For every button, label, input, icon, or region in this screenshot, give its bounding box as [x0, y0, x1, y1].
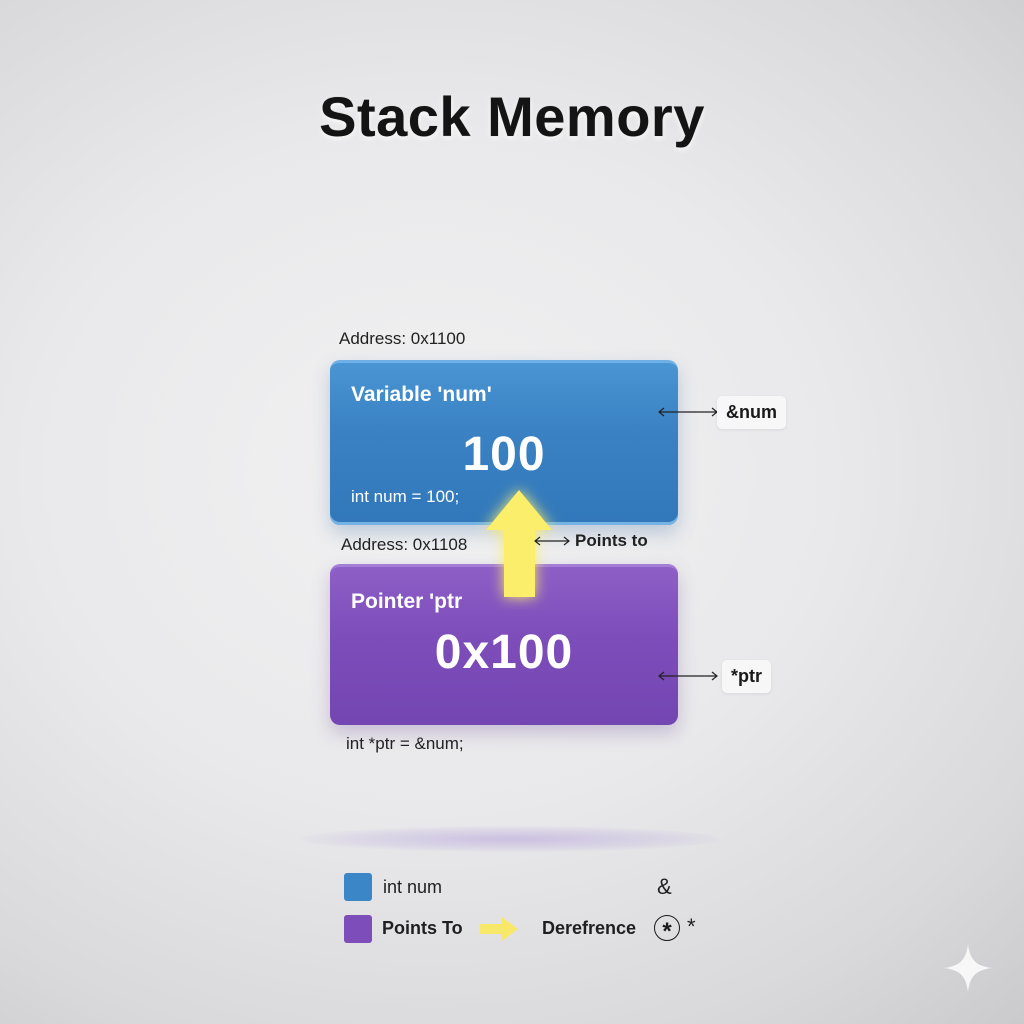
points-to-label: Points to: [575, 531, 648, 550]
legend-int-num-swatch: [344, 873, 372, 901]
legend-int-num-label: int num: [383, 877, 443, 897]
legend-points-to-label: Points To: [382, 918, 463, 938]
legend-dereference-label: Derefrence: [542, 918, 637, 938]
variable-value: 100: [462, 428, 546, 481]
pointer-value: 0x100: [434, 626, 574, 679]
variable-address: Address: 0x1100: [339, 329, 466, 348]
deref-tag: *ptr: [722, 660, 771, 693]
ref-tag: &num: [717, 396, 786, 429]
pointer-code: int *ptr = &num;: [346, 734, 464, 753]
legend-yellow-arrow-icon: [480, 917, 518, 941]
floor-shadow: [300, 826, 720, 852]
legend-ampersand: &: [657, 874, 672, 899]
page-title: Stack Memory: [319, 85, 705, 148]
pointer-address: Address: 0x1108: [341, 535, 468, 554]
points-to-double-arrow-icon: [534, 536, 570, 546]
variable-label: Variable 'num': [351, 383, 492, 406]
variable-code: int num = 100;: [351, 487, 460, 506]
legend-points-to-swatch: [344, 915, 372, 943]
ptr-deref-double-arrow-icon: [658, 671, 718, 681]
legend-circled-star-icon: *: [654, 915, 680, 945]
num-ref-double-arrow-icon: [658, 407, 718, 417]
sparkle-icon: [944, 944, 992, 992]
pointer-label: Pointer 'ptr: [351, 590, 463, 613]
legend-star: *: [687, 914, 696, 939]
